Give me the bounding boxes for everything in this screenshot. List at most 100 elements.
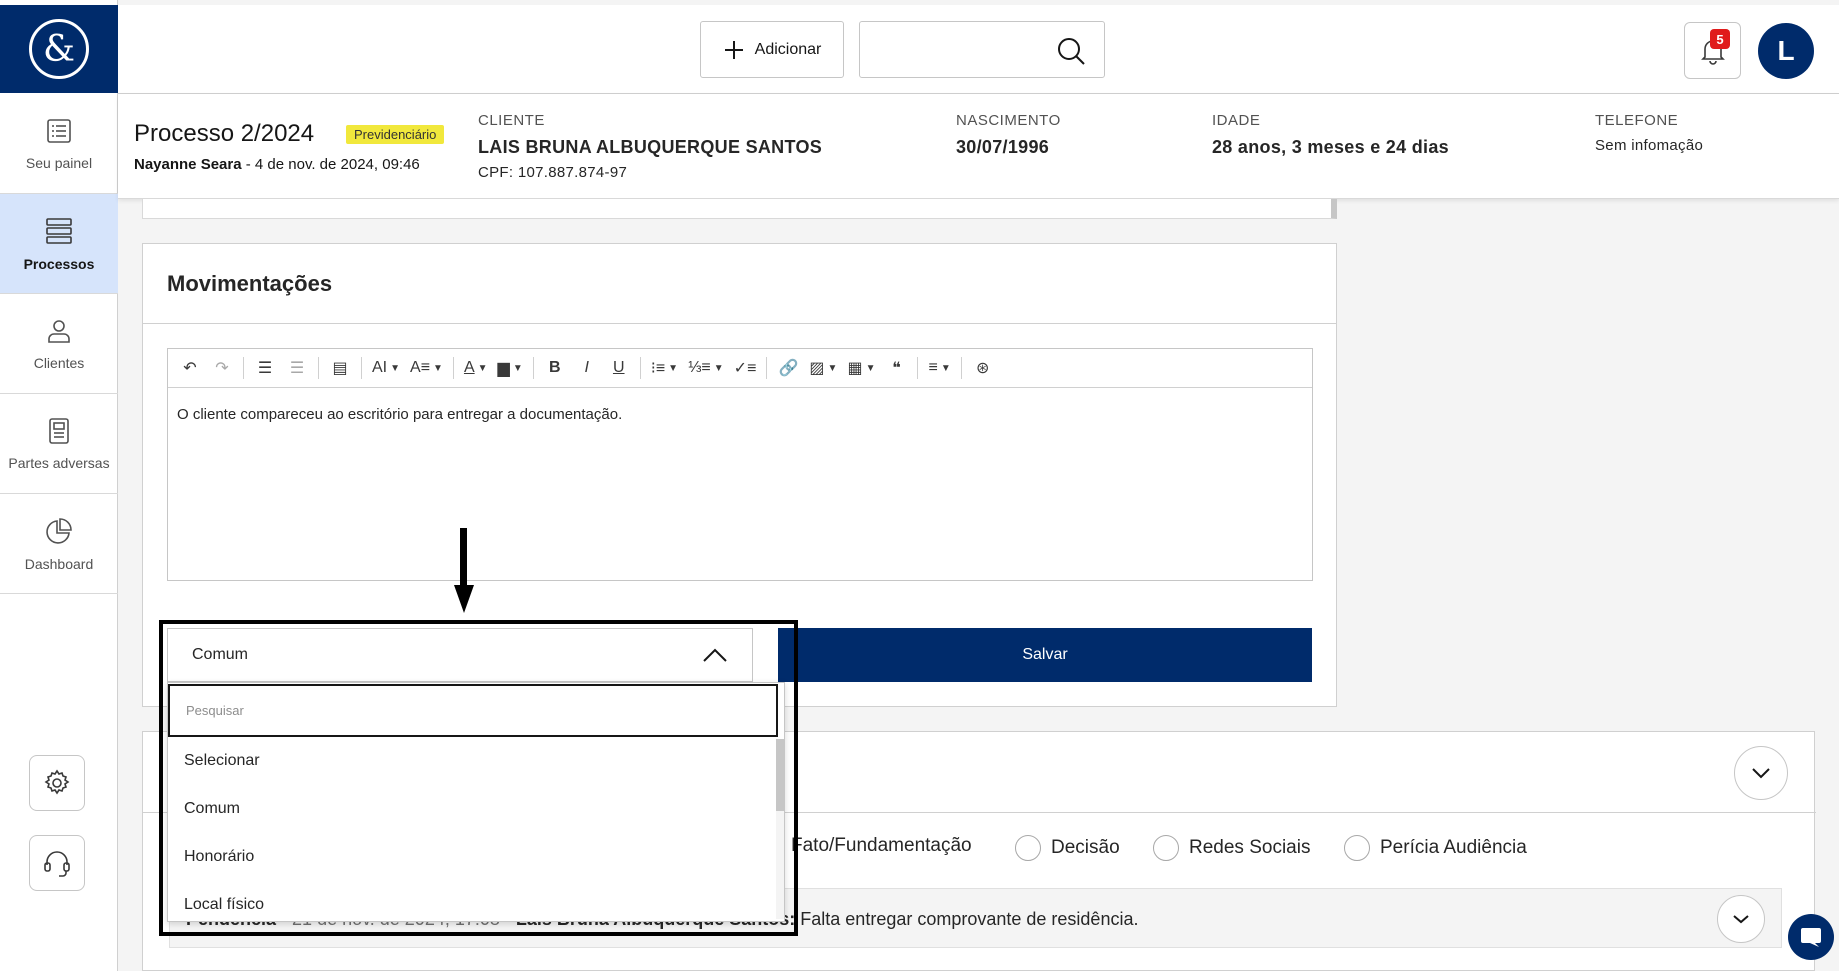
client-name: LAIS BRUNA ALBUQUERQUE SANTOS [478, 137, 823, 157]
list-icon [47, 118, 71, 143]
birth-value: 30/07/1996 [956, 137, 1050, 157]
document-icon [49, 417, 69, 444]
layers-icon [46, 217, 72, 244]
plus-icon [724, 40, 743, 59]
align-button[interactable]: ≡ ▼ [925, 354, 953, 382]
previous-card [142, 199, 1337, 219]
expand-button[interactable] [1717, 895, 1765, 943]
category-tag: Previdenciário [346, 125, 445, 144]
toolbar-divider [243, 357, 244, 379]
rich-text-editor[interactable]: ↶ ↷ ☰ ☰ ▤ AI ▼ A≡ ▼ A ▼ ▆ ▼ B I U ⁝≡ ▼ ⅓≡ ▼ [167, 348, 1313, 581]
annotation-box [159, 620, 798, 936]
notifications-button[interactable]: 5 [1684, 22, 1741, 79]
filter-label: Decisão [1051, 837, 1120, 858]
birth-info: NASCIMENTO 30/07/1996 [956, 112, 1061, 158]
add-button-label: Adicionar [754, 40, 822, 58]
search-input[interactable] [859, 21, 1105, 78]
toolbar-divider [318, 357, 319, 379]
undo-button[interactable]: ↶ [176, 354, 204, 382]
image-upload-button[interactable]: ▨ ▼ [806, 354, 840, 382]
chevron-down-icon [1752, 768, 1770, 779]
highlight-button[interactable]: ▆ ▼ [495, 354, 526, 382]
settings-button[interactable] [29, 755, 85, 811]
client-label: CLIENTE [478, 112, 545, 129]
age-info: IDADE 28 anos, 3 meses e 24 dias [1212, 112, 1449, 158]
sidebar: & Seu painel Processos Clientes Partes a… [0, 0, 118, 971]
chat-button[interactable] [1788, 914, 1834, 960]
numbered-list-button[interactable]: ⅓≡ ▼ [685, 354, 727, 382]
logo[interactable]: & [0, 5, 118, 93]
client-info: CLIENTE LAIS BRUNA ALBUQUERQUE SANTOS CP… [478, 112, 822, 181]
chevron-down-icon [1733, 915, 1749, 924]
radio-button[interactable] [1153, 835, 1179, 861]
toolbar-divider [639, 357, 641, 379]
process-date: - 4 de nov. de 2024, 09:46 [241, 156, 420, 173]
search-icon[interactable] [1056, 36, 1086, 71]
radio-button[interactable] [1344, 835, 1370, 861]
italic-button[interactable]: I [573, 354, 601, 382]
toolbar-divider [766, 357, 768, 379]
client-cpf: CPF: 107.887.874-97 [478, 164, 628, 181]
sidebar-item-label: Partes adversas [8, 454, 110, 471]
link-icon[interactable]: 🔗 [774, 354, 802, 382]
radio-button[interactable] [1015, 835, 1041, 861]
toolbar-divider [452, 357, 454, 379]
editor-toolbar: ↶ ↷ ☰ ☰ ▤ AI ▼ A≡ ▼ A ▼ ▆ ▼ B I U ⁝≡ ▼ ⅓≡ ▼ [168, 349, 1312, 388]
toolbar-divider [960, 357, 962, 379]
select-all-button[interactable]: ▤ [326, 354, 354, 382]
font-size-button[interactable]: AI ▼ [369, 354, 403, 382]
add-button[interactable]: Adicionar [700, 21, 844, 78]
filter-label: Perícia Audiência [1380, 837, 1527, 858]
sidebar-item-seu-painel[interactable]: Seu painel [0, 94, 118, 194]
filter-decisao[interactable]: Decisão [1015, 835, 1120, 861]
headset-icon [44, 851, 70, 877]
pie-chart-icon [46, 517, 72, 544]
save-button[interactable]: Salvar [778, 628, 1312, 682]
sidebar-item-label: Clientes [33, 354, 85, 371]
sidebar-item-label: Processos [23, 255, 95, 272]
filter-redes-sociais[interactable]: Redes Sociais [1153, 835, 1310, 861]
page-title: Processo 2/2024 [134, 120, 315, 147]
birth-label: NASCIMENTO [956, 112, 1061, 129]
age-label: IDADE [1212, 112, 1261, 129]
logo-mark: & [29, 19, 89, 79]
toolbar-divider [917, 357, 919, 379]
bullet-list-button[interactable]: ⁝≡ ▼ [648, 354, 681, 382]
sidebar-item-partes-adversas[interactable]: Partes adversas [0, 394, 118, 494]
process-author: Nayanne Seara [134, 156, 242, 173]
annotation-arrow-head [454, 585, 474, 613]
toolbar-divider [532, 357, 534, 379]
process-subtitle: Nayanne Seara - 4 de nov. de 2024, 09:46 [134, 156, 420, 173]
editor-content[interactable]: O cliente compareceu ao escritório para … [168, 388, 1312, 441]
filter-fato-fundamentacao[interactable]: Fato/Fundamentação [791, 835, 972, 857]
redo-button[interactable]: ↷ [208, 354, 236, 382]
gear-icon [44, 769, 70, 795]
user-icon [48, 319, 70, 343]
indent-button[interactable]: ☰ [251, 354, 279, 382]
filter-label: Redes Sociais [1189, 837, 1311, 858]
section-title: Movimentações [143, 244, 1336, 324]
sidebar-item-processos[interactable]: Processos [0, 194, 118, 294]
top-bar: Adicionar 5 L [118, 5, 1839, 94]
process-header: Processo 2/2024 Previdenciário Nayanne S… [118, 94, 1839, 199]
table-button[interactable]: ▦ ▼ [844, 354, 878, 382]
collapse-button[interactable] [1734, 746, 1788, 800]
accessibility-icon[interactable]: ⊛ [969, 354, 997, 382]
font-family-button[interactable]: A≡ ▼ [407, 354, 446, 382]
filter-pericia-audiencia[interactable]: Perícia Audiência [1344, 835, 1527, 861]
bold-button[interactable]: B [541, 354, 569, 382]
toolbar-divider [361, 357, 362, 379]
app-root: & Seu painel Processos Clientes Partes a… [0, 0, 1839, 971]
annotation-arrow [460, 528, 467, 588]
underline-button[interactable]: U [605, 354, 633, 382]
sidebar-item-dashboard[interactable]: Dashboard [0, 494, 118, 594]
font-color-button[interactable]: A ▼ [461, 354, 491, 382]
todo-list-button[interactable]: ✓≡ [731, 354, 760, 382]
phone-info: TELEFONE Sem infomação [1595, 112, 1703, 154]
quote-icon[interactable]: ❝ [882, 354, 910, 382]
age-value: 28 anos, 3 meses e 24 dias [1212, 137, 1449, 157]
support-button[interactable] [29, 835, 85, 891]
sidebar-item-clientes[interactable]: Clientes [0, 294, 118, 394]
outdent-button[interactable]: ☰ [283, 354, 311, 382]
avatar[interactable]: L [1758, 23, 1814, 79]
